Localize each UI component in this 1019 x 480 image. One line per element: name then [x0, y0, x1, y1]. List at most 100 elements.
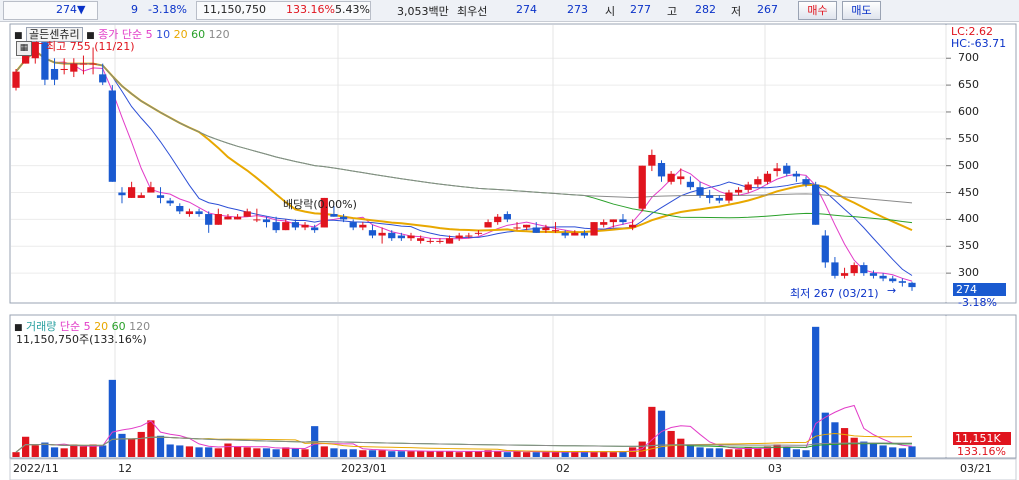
- candle-body: [272, 222, 280, 231]
- candle-body: [455, 235, 463, 239]
- current-volume-pct-tag: 133.16%: [957, 445, 1006, 458]
- volume-bar: [79, 446, 88, 457]
- candle-body: [359, 224, 367, 228]
- volume-info: 11,150,750주(133.16%): [16, 333, 147, 346]
- x-last-date: 03/21: [960, 462, 992, 475]
- price-tick-label: 650: [958, 78, 979, 92]
- candle-body: [89, 63, 97, 65]
- volume-bar: [734, 449, 743, 457]
- candle-body: [118, 192, 126, 196]
- candle-body: [783, 165, 791, 174]
- candle-body: [426, 240, 434, 242]
- volume-bar: [128, 438, 136, 457]
- volume-bar: [50, 447, 59, 457]
- ma-5: 5: [145, 28, 153, 41]
- volume-bar: [898, 448, 906, 457]
- candle-body: [291, 222, 300, 228]
- volume-bar: [339, 449, 348, 457]
- grid-toggle-icon[interactable]: ▦: [16, 41, 32, 56]
- ma-60: 60: [191, 28, 206, 41]
- candle-body: [388, 232, 396, 239]
- current-price-tag: 274: [953, 283, 1006, 296]
- volume-bar: [609, 452, 617, 457]
- price-tick-label: 400: [958, 212, 979, 226]
- volume-bar: [301, 449, 309, 457]
- candle-body: [734, 189, 743, 193]
- max-price-label: 최고 755 (11/21): [46, 40, 135, 53]
- volume-bar: [455, 452, 463, 457]
- candle-body: [233, 216, 242, 220]
- volume-bar: [70, 444, 78, 457]
- volume-bar: [513, 451, 521, 457]
- volume-bar: [869, 443, 878, 457]
- price-pane-frame: [9, 23, 947, 304]
- candle-body: [831, 262, 839, 276]
- volume-bar: [407, 451, 415, 457]
- candle-body: [445, 238, 454, 244]
- candle-body: [156, 195, 165, 198]
- volume-bar: [850, 437, 858, 457]
- candle-body: [889, 278, 897, 282]
- volume-bar: [31, 445, 39, 457]
- volume-bar: [677, 438, 685, 457]
- price-tick-label: 550: [958, 131, 979, 145]
- volume-bar: [185, 446, 194, 457]
- candle-body: [185, 211, 194, 215]
- volume-bar: [291, 448, 300, 457]
- x-axis-strip: [9, 458, 1017, 480]
- volume-bar: [445, 451, 454, 457]
- current-change-tag: -3.18%: [958, 296, 997, 309]
- candle-body: [648, 154, 656, 166]
- price-tick-label: 600: [958, 104, 979, 118]
- candle-body: [860, 265, 868, 274]
- candle-body: [600, 222, 608, 225]
- minimize-icon[interactable]: ■: [14, 31, 23, 41]
- candle-body: [590, 222, 598, 236]
- volume-bar: [205, 447, 213, 457]
- candle-body: [474, 232, 483, 234]
- candle-body: [147, 187, 155, 193]
- min-price-label: 최저 267 (03/21): [790, 287, 879, 300]
- volume-bar: [137, 431, 145, 457]
- dividend-arrow-icon: ↓: [319, 208, 329, 221]
- min-arrow-icon: →: [887, 284, 897, 297]
- candle-body: [214, 214, 222, 225]
- volume-bar: [320, 446, 328, 457]
- candle-body: [407, 235, 415, 239]
- candle-body: [908, 282, 916, 288]
- volume-bar: [233, 446, 242, 457]
- price-axis-frame: [945, 23, 1017, 304]
- price-tick-label: 300: [958, 266, 979, 280]
- candle-body: [879, 275, 887, 279]
- candle-body: [686, 181, 695, 188]
- volume-bar: [224, 443, 232, 457]
- candle-body: [744, 184, 752, 190]
- candle-body: [417, 238, 425, 241]
- volume-bar: [532, 452, 540, 457]
- candle-body: [792, 173, 800, 177]
- candle-body: [513, 227, 521, 229]
- volume-bar: [60, 448, 68, 457]
- candle-body: [503, 214, 511, 220]
- volume-bar: [378, 450, 386, 457]
- volume-bar: [108, 379, 116, 457]
- volume-bar: [465, 451, 473, 457]
- volume-bar: [494, 451, 502, 457]
- candle-body: [609, 219, 617, 223]
- candle-body: [465, 235, 473, 237]
- volume-bar: [397, 451, 405, 457]
- candle-body: [108, 90, 116, 182]
- candle-body: [628, 224, 637, 228]
- candle-body: [330, 214, 338, 217]
- candle-body: [50, 68, 59, 80]
- volume-bar: [802, 450, 810, 457]
- volume-bar: [195, 447, 203, 457]
- candle-body: [224, 216, 232, 220]
- candle-body: [542, 227, 550, 231]
- candle-body: [339, 216, 348, 220]
- candle-body: [195, 211, 203, 215]
- volume-bar: [628, 447, 637, 457]
- candle-body: [619, 219, 627, 223]
- hc-label: HC:-63.71: [951, 37, 1007, 50]
- candle-body: [397, 235, 405, 239]
